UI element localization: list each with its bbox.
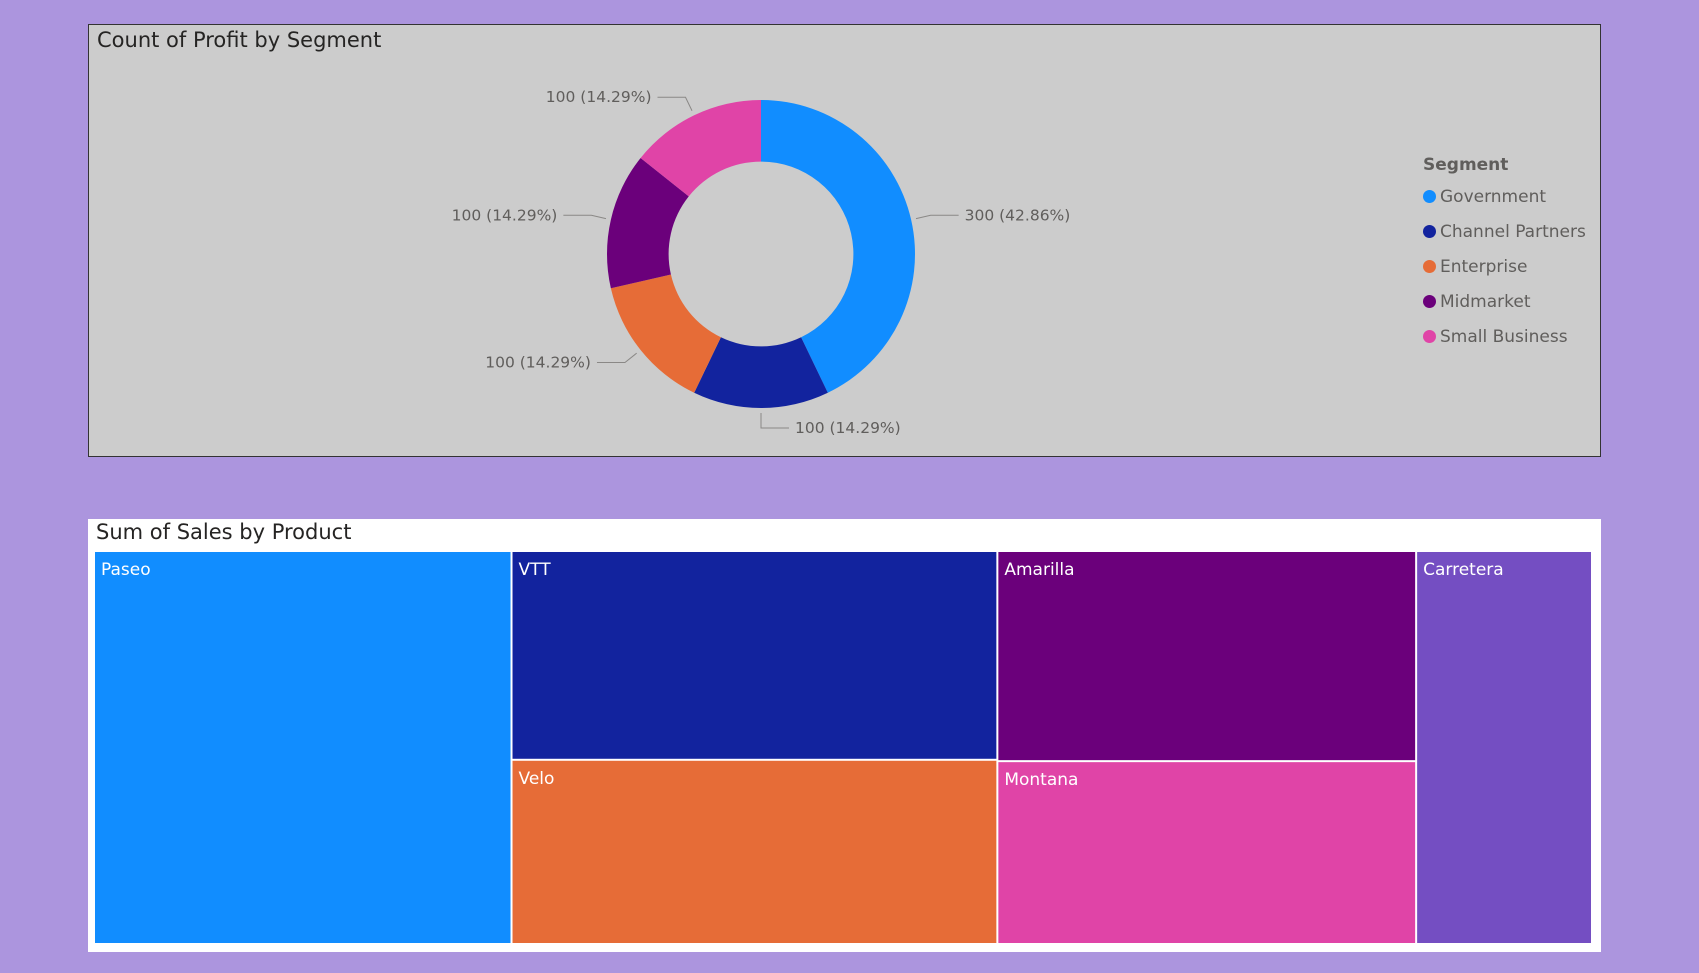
- legend-label: Midmarket: [1440, 291, 1531, 312]
- donut-data-label-small-business: 100 (14.29%): [546, 88, 652, 106]
- treemap-label-amarilla: Amarilla: [1004, 560, 1074, 580]
- treemap-tile-paseo[interactable]: [95, 552, 511, 943]
- donut-leader-line: [915, 214, 959, 220]
- legend-marker: [1423, 295, 1436, 308]
- legend-label: Small Business: [1440, 326, 1568, 347]
- treemap-label-montana: Montana: [1004, 770, 1078, 790]
- legend-item-midmarket[interactable]: Midmarket: [1423, 284, 1586, 319]
- legend-label: Enterprise: [1440, 256, 1528, 277]
- treemap-tile-amarilla[interactable]: [998, 552, 1416, 761]
- legend-item-enterprise[interactable]: Enterprise: [1423, 249, 1586, 284]
- treemap-label-velo: Velo: [519, 769, 555, 789]
- treemap-visual[interactable]: Sum of Sales by Product Paseo VTT Velo Amar…: [88, 519, 1601, 952]
- treemap-svg: Paseo VTT Velo Amarilla Montana Carretera: [95, 552, 1591, 943]
- donut-leader-line: [563, 214, 607, 220]
- donut-leader-line: [596, 352, 638, 363]
- treemap-label-carretera: Carretera: [1423, 560, 1504, 580]
- treemap-label-paseo: Paseo: [101, 560, 151, 580]
- donut-chart-visual[interactable]: Count of Profit by Segment 300 (42.86%) 1…: [88, 24, 1601, 457]
- legend-label: Government: [1440, 186, 1547, 207]
- legend-marker: [1423, 260, 1436, 273]
- donut-data-label-enterprise: 100 (14.29%): [485, 353, 591, 371]
- donut-leader-line: [657, 96, 693, 111]
- legend-marker: [1423, 225, 1436, 238]
- treemap-tile-carretera[interactable]: [1417, 552, 1591, 943]
- donut-chart-svg: 300 (42.86%) 100 (14.29%) 100 (14.29%) 100 …: [452, 88, 1071, 437]
- donut-leader-line: [760, 413, 789, 429]
- legend-marker: [1423, 190, 1436, 203]
- donut-data-label-midmarket: 100 (14.29%): [452, 206, 558, 224]
- legend-marker: [1423, 330, 1436, 343]
- treemap-tile-vtt[interactable]: [512, 552, 997, 759]
- legend-item-government[interactable]: Government: [1423, 179, 1586, 214]
- legend-label: Channel Partners: [1440, 221, 1586, 242]
- legend-item-small-business[interactable]: Small Business: [1423, 319, 1586, 354]
- treemap-label-vtt: VTT: [519, 560, 552, 580]
- donut-data-label-government: 300 (42.86%): [965, 206, 1071, 224]
- legend-item-channel-partners[interactable]: Channel Partners: [1423, 214, 1586, 249]
- legend-title: Segment: [1423, 155, 1509, 175]
- treemap-tile-velo[interactable]: [512, 760, 997, 943]
- donut-data-label-channel-partners: 100 (14.29%): [795, 419, 901, 437]
- donut-legend: Segment Government Channel Partners Enterp…: [1423, 155, 1586, 354]
